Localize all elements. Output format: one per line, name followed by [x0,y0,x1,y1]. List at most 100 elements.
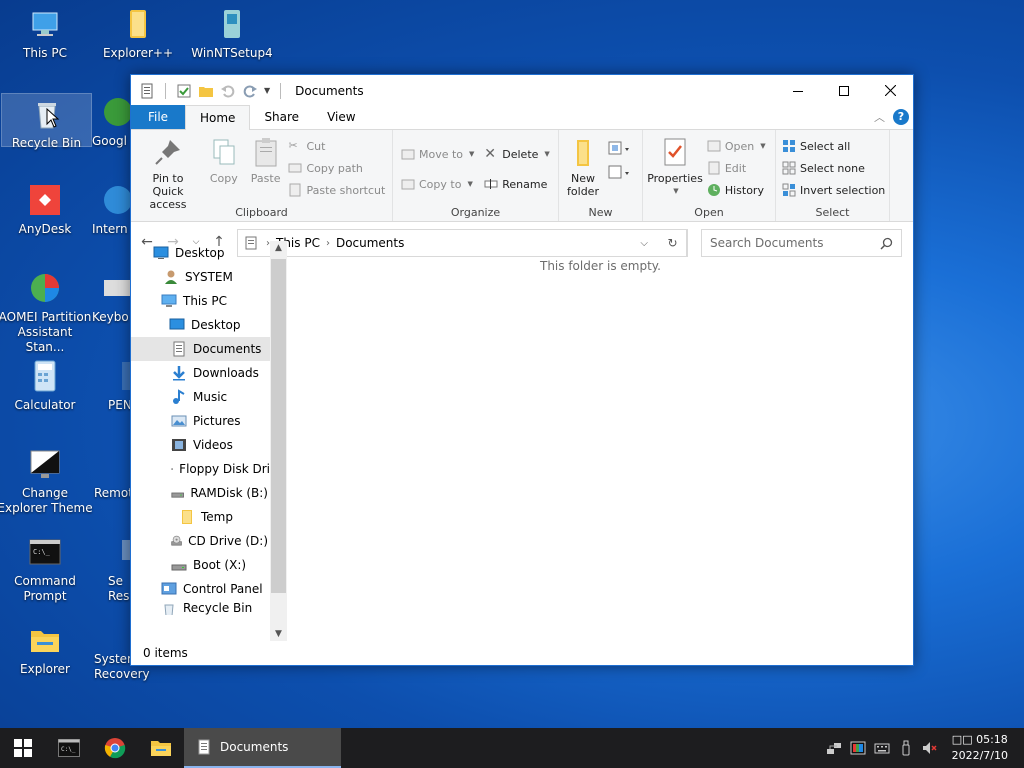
tree-item-pictures[interactable]: Pictures [171,409,268,433]
desktop-icon-se-res[interactable]: Se Res [108,534,132,604]
tree-item-cd-drive[interactable]: CD Drive (D:) [171,529,268,553]
delete-icon: ✕ [484,146,496,162]
desktop-icon-anydesk[interactable]: AnyDesk [0,182,93,237]
tree-item-boot[interactable]: Boot (X:) [171,553,268,577]
tab-view[interactable]: View [313,105,369,129]
tab-share[interactable]: Share [250,105,313,129]
keyboard-icon[interactable] [874,740,890,756]
redo-icon[interactable] [242,83,258,99]
desktop-icon-keyboard[interactable]: Keybo [92,270,132,325]
tree-item-ramdisk[interactable]: RAMDisk (B:) [171,481,268,505]
properties-button[interactable]: Properties ▼ [647,136,703,198]
network-icon[interactable] [826,740,842,756]
cut-button[interactable]: ✂ Cut [288,136,385,156]
clock-date: 2022/7/10 [951,749,1008,762]
properties-label: Properties [647,172,703,185]
tree-item-desktop-root[interactable]: Desktop [153,241,268,265]
pin-quick-access-button[interactable]: Pin to Quick access [135,136,201,211]
nav-scrollbar[interactable]: ▲ ▼ [270,241,287,641]
paste-button[interactable]: Paste [247,136,285,185]
select-none-button[interactable]: Select none [782,158,885,178]
scrollbar-thumb[interactable] [271,259,286,593]
minimize-button[interactable] [775,75,821,106]
paste-shortcut-icon [289,183,301,197]
tree-label: Desktop [175,246,225,260]
paste-shortcut-label: Paste shortcut [306,183,386,197]
desktop-icon-label: This PC [23,46,67,60]
desktop-icon-winntsetup[interactable]: WinNTSetup4 [184,6,280,61]
taskbar-command-prompt[interactable]: C:\_ [46,728,92,768]
desktop-icon-aomei[interactable]: AOMEI Partition Assistant Stan... [0,270,93,355]
volume-muted-icon[interactable] [922,740,938,756]
new-folder-icon[interactable] [198,83,214,99]
tree-item-documents[interactable]: Documents [131,337,270,361]
color-settings-icon[interactable] [850,740,866,756]
desktop-icon-explorer-plus[interactable]: Explorer++ [90,6,186,61]
desktop-icon-calculator[interactable]: Calculator [0,358,93,413]
tab-home[interactable]: Home [185,105,251,130]
paste-shortcut-button[interactable]: Paste shortcut [288,180,385,200]
desktop-icon-command-prompt[interactable]: C:\_ Command Prompt [0,534,93,604]
open-button[interactable]: Open ▼ [707,136,766,156]
tree-item-downloads[interactable]: Downloads [171,361,268,385]
empty-folder-message: This folder is empty. [540,259,661,273]
taskbar: C:\_ Documents □□ 05:18 2022/7/10 [0,728,1024,768]
desktop-icon-explorer[interactable]: Explorer [0,622,93,677]
file-list-area[interactable]: This folder is empty. [288,241,913,641]
group-label: Organize [450,206,501,219]
customize-qat-icon[interactable]: ▼ [264,86,270,95]
tree-item-recycle-bin[interactable]: Recycle Bin [161,597,268,615]
rename-icon [484,179,498,189]
scroll-up-icon[interactable]: ▲ [270,243,287,253]
select-all-button[interactable]: Select all [782,136,885,156]
desktop-icon-internet[interactable]: Intern [92,182,132,237]
taskbar-file-explorer[interactable] [138,728,184,768]
move-to-button[interactable]: Move to ▼ [401,144,474,164]
copy-to-button[interactable]: Copy to ▼ [401,174,474,194]
edit-button[interactable]: Edit [707,158,766,178]
maximize-button[interactable] [821,75,867,106]
new-folder-button[interactable]: New folder [563,136,603,198]
undo-icon[interactable] [220,83,236,99]
invert-selection-button[interactable]: Invert selection [782,180,885,200]
history-button[interactable]: History [707,180,766,200]
delete-button[interactable]: ✕ Delete ▼ [484,144,550,164]
help-icon[interactable]: ? [893,109,909,125]
properties-icon[interactable] [176,83,192,99]
tree-item-desktop[interactable]: Desktop [169,313,268,337]
desktop-icon [153,246,169,259]
downloads-icon [173,366,185,381]
copy-path-button[interactable]: Copy path [288,158,385,178]
theme-icon [30,450,60,478]
quick-access-toolbar: ▼ Documents [131,75,364,106]
tree-item-videos[interactable]: Videos [171,433,268,457]
command-prompt-icon: C:\_ [58,739,80,757]
new-item-icon[interactable] [607,140,631,158]
tree-item-temp[interactable]: Temp [179,505,268,529]
rename-button[interactable]: Rename [484,174,550,194]
group-new: New folder New [559,130,643,221]
desktop-icon-change-theme[interactable]: Change Explorer Theme [0,446,93,516]
tab-file[interactable]: File [131,105,185,129]
taskbar-chrome[interactable] [92,728,138,768]
desktop-icon-google[interactable]: Googl [92,94,132,149]
desktop-icon-this-pc[interactable]: This PC [0,6,93,61]
desktop-icon-remote[interactable]: Remot [94,446,144,501]
copy-button[interactable]: Copy [205,136,243,185]
collapse-ribbon-icon[interactable]: ︿ [874,109,885,125]
clock[interactable]: □□ 05:18 2022/7/10 [952,732,1008,764]
tree-item-music[interactable]: Music [171,385,268,409]
usb-icon[interactable] [898,740,914,756]
start-button[interactable] [0,728,46,768]
documents-icon [198,739,210,755]
delete-label: Delete [502,147,539,161]
tree-item-floppy[interactable]: Floppy Disk Dri [171,457,270,481]
tree-item-system[interactable]: SYSTEM [163,265,268,289]
scroll-down-icon[interactable]: ▼ [270,629,287,639]
taskbar-task-documents[interactable]: Documents [184,728,341,768]
easy-access-icon[interactable] [607,164,631,182]
tree-item-this-pc[interactable]: This PC [161,289,268,313]
desktop-icon-label: Keybo [92,310,129,324]
close-button[interactable] [867,75,913,106]
desktop-icon-label: Recycle Bin [11,136,82,150]
